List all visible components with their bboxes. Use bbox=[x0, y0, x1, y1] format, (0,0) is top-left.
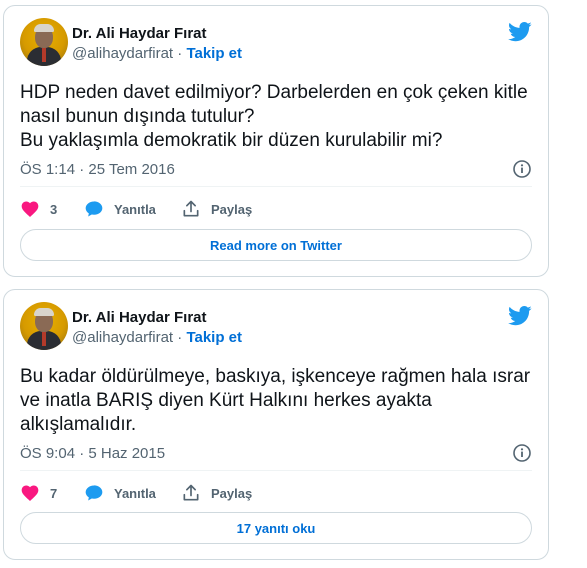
tweet-actions: 3 Yanıtla Paylaş bbox=[20, 197, 532, 221]
twitter-bird-icon[interactable] bbox=[508, 306, 532, 326]
author-name[interactable]: Dr. Ali Haydar Fırat bbox=[72, 309, 207, 326]
author-handle[interactable]: @alihaydarfirat bbox=[72, 45, 173, 62]
follow-link[interactable]: Takip et bbox=[186, 329, 242, 346]
share-icon bbox=[183, 200, 199, 217]
tweet-text: HDP neden davet edilmiyor? Darbelerden e… bbox=[20, 82, 528, 151]
read-replies-button[interactable]: 17 yanıtı oku bbox=[20, 512, 532, 544]
avatar[interactable] bbox=[20, 302, 68, 350]
reply-bubble-icon bbox=[85, 201, 103, 217]
reply-button[interactable]: Yanıtla bbox=[84, 197, 156, 221]
tweet-header: Dr. Ali Haydar Fırat @alihaydarfirat · T… bbox=[20, 302, 532, 350]
heart-icon bbox=[21, 485, 39, 501]
like-count: 3 bbox=[50, 201, 58, 217]
info-icon[interactable] bbox=[512, 443, 532, 463]
divider bbox=[20, 186, 532, 187]
info-icon[interactable] bbox=[512, 159, 532, 179]
tweet-header: Dr. Ali Haydar Fırat @alihaydarfirat · T… bbox=[20, 18, 532, 66]
separator-dot: · bbox=[177, 329, 183, 346]
share-button[interactable]: Paylaş bbox=[181, 481, 252, 505]
handle-line: @alihaydarfirat · Takip et bbox=[72, 329, 242, 346]
read-more-button[interactable]: Read more on Twitter bbox=[20, 229, 532, 261]
share-button[interactable]: Paylaş bbox=[181, 197, 252, 221]
tweet-timestamp[interactable]: ÖS 9:04 · 5 Haz 2015 bbox=[20, 445, 165, 462]
share-label: Paylaş bbox=[211, 485, 253, 501]
tweet-text: Bu kadar öldürülmeye, baskıya, işkenceye… bbox=[20, 366, 531, 435]
share-icon bbox=[183, 484, 199, 501]
divider bbox=[20, 470, 532, 471]
author-name[interactable]: Dr. Ali Haydar Fırat bbox=[72, 25, 207, 42]
like-button[interactable]: 7 bbox=[20, 481, 57, 505]
tweet-timestamp[interactable]: ÖS 1:14 · 25 Tem 2016 bbox=[20, 161, 175, 178]
like-count: 7 bbox=[50, 485, 58, 501]
tweet-actions: 7 Yanıtla Paylaş bbox=[20, 481, 532, 505]
follow-link[interactable]: Takip et bbox=[186, 45, 242, 62]
tweet-card[interactable]: Dr. Ali Haydar Fırat @alihaydarfirat · T… bbox=[3, 289, 549, 560]
reply-label: Yanıtla bbox=[114, 201, 156, 217]
like-button[interactable]: 3 bbox=[20, 197, 57, 221]
heart-icon bbox=[21, 201, 39, 217]
avatar[interactable] bbox=[20, 18, 68, 66]
share-label: Paylaş bbox=[211, 201, 253, 217]
twitter-bird-icon[interactable] bbox=[508, 22, 532, 42]
reply-button[interactable]: Yanıtla bbox=[84, 481, 156, 505]
reply-label: Yanıtla bbox=[114, 485, 156, 501]
tweet-card[interactable]: Dr. Ali Haydar Fırat @alihaydarfirat · T… bbox=[3, 5, 549, 277]
tweet-feed: Dr. Ali Haydar Fırat @alihaydarfirat · T… bbox=[0, 0, 587, 568]
handle-line: @alihaydarfirat · Takip et bbox=[72, 45, 242, 62]
reply-bubble-icon bbox=[85, 485, 103, 501]
separator-dot: · bbox=[177, 45, 183, 62]
author-handle[interactable]: @alihaydarfirat bbox=[72, 329, 173, 346]
